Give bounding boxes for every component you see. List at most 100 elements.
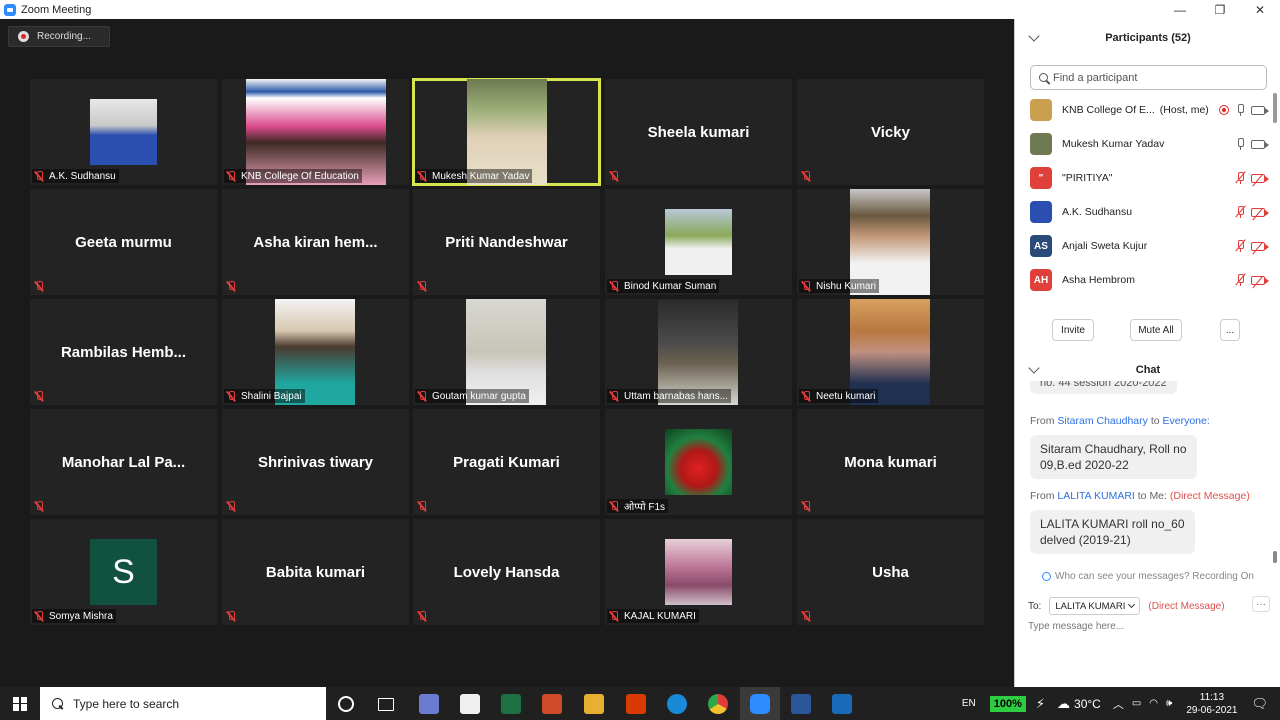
chevron-down-icon[interactable] <box>1028 362 1040 374</box>
video-tile[interactable]: Nishu Kumari <box>797 189 984 295</box>
video-tile[interactable]: Rambilas Hemb... <box>30 299 217 405</box>
excel-icon[interactable] <box>501 694 521 714</box>
video-tile[interactable]: S Somya Mishra <box>30 519 217 625</box>
who-can-see-link[interactable]: Who can see your messages? Recording On <box>1015 568 1280 584</box>
mic-muted-icon[interactable] <box>1235 273 1247 286</box>
chevron-down-icon <box>1128 600 1136 609</box>
cortana-icon[interactable] <box>338 696 354 712</box>
participant-row[interactable]: AS Anjali Sweta Kujur <box>1015 229 1273 263</box>
participant-name: ओप्पो F1s <box>624 502 666 513</box>
video-tile[interactable]: Lovely Hansda <box>413 519 600 625</box>
edge-icon[interactable] <box>667 694 687 714</box>
clock[interactable]: 11:13 29-06-2021 <box>1186 691 1237 717</box>
office-icon[interactable] <box>626 694 646 714</box>
video-tile[interactable]: KAJAL KUMARI <box>605 519 792 625</box>
battery-indicator[interactable]: 100% <box>989 695 1026 712</box>
recipient-dropdown[interactable]: LALITA KUMARI <box>1049 597 1141 615</box>
video-tile[interactable]: Pragati Kumari <box>413 409 600 515</box>
chat-message-input[interactable]: Type message here... <box>1028 621 1268 637</box>
video-tile[interactable]: Vicky <box>797 79 984 185</box>
volume-icon[interactable]: 🕪 <box>1166 698 1172 709</box>
video-tile[interactable]: Geeta murmu <box>30 189 217 295</box>
participant-search-input[interactable]: Find a participant <box>1030 65 1267 90</box>
participant-name: Somya Mishra <box>49 610 113 622</box>
temperature[interactable]: 30°C <box>1074 697 1101 711</box>
mic-icon[interactable] <box>1235 138 1245 150</box>
muted-mic-icon <box>226 280 236 292</box>
video-tile[interactable]: Shrinivas tiwary <box>222 409 409 515</box>
language-indicator[interactable]: EN <box>962 698 976 709</box>
chat-sender-name[interactable]: LALITA KUMARI <box>1057 490 1134 502</box>
video-tile[interactable]: Shalini Bajpai <box>222 299 409 405</box>
video-tile[interactable]: Mona kumari <box>797 409 984 515</box>
mic-icon[interactable] <box>1235 104 1245 116</box>
participant-scrollbar[interactable] <box>1273 93 1277 123</box>
participant-row[interactable]: AH Asha Hembrom <box>1015 263 1273 297</box>
video-tile[interactable]: Neetu kumari <box>797 299 984 405</box>
weather-icon[interactable]: ☁ <box>1057 696 1070 712</box>
taskbar-search-input[interactable]: Type here to search <box>40 687 326 720</box>
mic-muted-icon[interactable] <box>1235 239 1247 252</box>
close-button[interactable]: ✕ <box>1240 0 1280 19</box>
task-view-icon[interactable] <box>378 698 394 711</box>
media-player-icon[interactable] <box>832 694 852 714</box>
participant-name: Nishu Kumari <box>816 280 877 292</box>
participant-caption: Binod Kumar Suman <box>607 279 720 293</box>
participant-row[interactable]: A.K. Sudhansu <box>1015 195 1273 229</box>
chevron-down-icon[interactable] <box>1028 30 1040 42</box>
minimize-button[interactable]: — <box>1160 0 1200 19</box>
file-explorer-icon[interactable] <box>584 694 604 714</box>
word-icon[interactable] <box>791 694 811 714</box>
start-button[interactable] <box>0 687 40 720</box>
chat-scrollbar[interactable] <box>1273 551 1277 563</box>
muted-mic-icon <box>801 170 811 182</box>
video-tile[interactable]: Priti Nandeshwar <box>413 189 600 295</box>
mute-all-button[interactable]: Mute All <box>1130 319 1182 341</box>
video-tile[interactable]: Babita kumari <box>222 519 409 625</box>
video-tile[interactable]: Goutam kumar gupta <box>413 299 600 405</box>
network-icon[interactable]: ▭ <box>1132 698 1141 709</box>
app-icon[interactable] <box>419 694 439 714</box>
chat-more-button[interactable]: ··· <box>1252 596 1270 612</box>
chevron-up-icon[interactable]: ︿ <box>1113 696 1124 712</box>
participant-role: (Host, me) <box>1159 104 1209 116</box>
chat-sender-name[interactable]: Sitaram Chaudhary <box>1057 415 1147 427</box>
video-off-icon[interactable] <box>1251 275 1269 289</box>
chat-header[interactable]: Chat <box>1015 361 1280 379</box>
invite-button[interactable]: Invite <box>1052 319 1094 341</box>
participant-row[interactable]: " "PIRITIYA" <box>1015 161 1273 195</box>
video-tile[interactable]: Binod Kumar Suman <box>605 189 792 295</box>
video-tile[interactable]: A.K. Sudhansu <box>30 79 217 185</box>
participant-row[interactable]: Mukesh Kumar Yadav <box>1015 127 1273 161</box>
mic-muted-icon[interactable] <box>1235 205 1247 218</box>
video-tile[interactable]: KNB College Of Education <box>222 79 409 185</box>
video-icon[interactable] <box>1251 105 1269 115</box>
video-tile[interactable]: Mukesh Kumar Yadav <box>412 78 601 186</box>
video-off-icon[interactable] <box>1251 241 1269 255</box>
video-tile[interactable]: Asha kiran hem... <box>222 189 409 295</box>
video-tile[interactable]: Uttam barnabas hans... <box>605 299 792 405</box>
participant-row[interactable]: KNB College Of E... (Host, me) <box>1015 93 1273 127</box>
participants-header[interactable]: Participants (52) <box>1015 29 1280 47</box>
more-options-button[interactable]: ... <box>1220 319 1240 341</box>
video-tile[interactable]: Manohar Lal Pa... <box>30 409 217 515</box>
video-tile[interactable]: ओप्पो F1s <box>605 409 792 515</box>
video-off-icon[interactable] <box>1251 173 1269 187</box>
video-icon[interactable] <box>1251 139 1269 149</box>
recording-indicator[interactable]: Recording... <box>8 26 110 47</box>
maximize-button[interactable]: ❐ <box>1200 0 1240 19</box>
chrome-icon[interactable] <box>708 694 728 714</box>
participant-avatar: AH <box>1030 269 1052 291</box>
notification-icon[interactable]: 🗨 <box>1251 696 1268 712</box>
chat-bubble: LALITA KUMARI roll no_60 delved (2019-21… <box>1030 510 1195 554</box>
mic-muted-icon[interactable] <box>1235 171 1247 184</box>
video-tile[interactable]: Sheela kumari <box>605 79 792 185</box>
store-icon[interactable] <box>460 694 480 714</box>
chat-title: Chat <box>1135 364 1161 376</box>
video-off-icon[interactable] <box>1251 207 1269 221</box>
wifi-icon[interactable]: ◠ <box>1149 698 1158 709</box>
video-tile[interactable]: Usha <box>797 519 984 625</box>
zoom-icon[interactable] <box>750 694 770 714</box>
participant-name: Shalini Bajpai <box>241 390 302 402</box>
powerpoint-icon[interactable] <box>542 694 562 714</box>
